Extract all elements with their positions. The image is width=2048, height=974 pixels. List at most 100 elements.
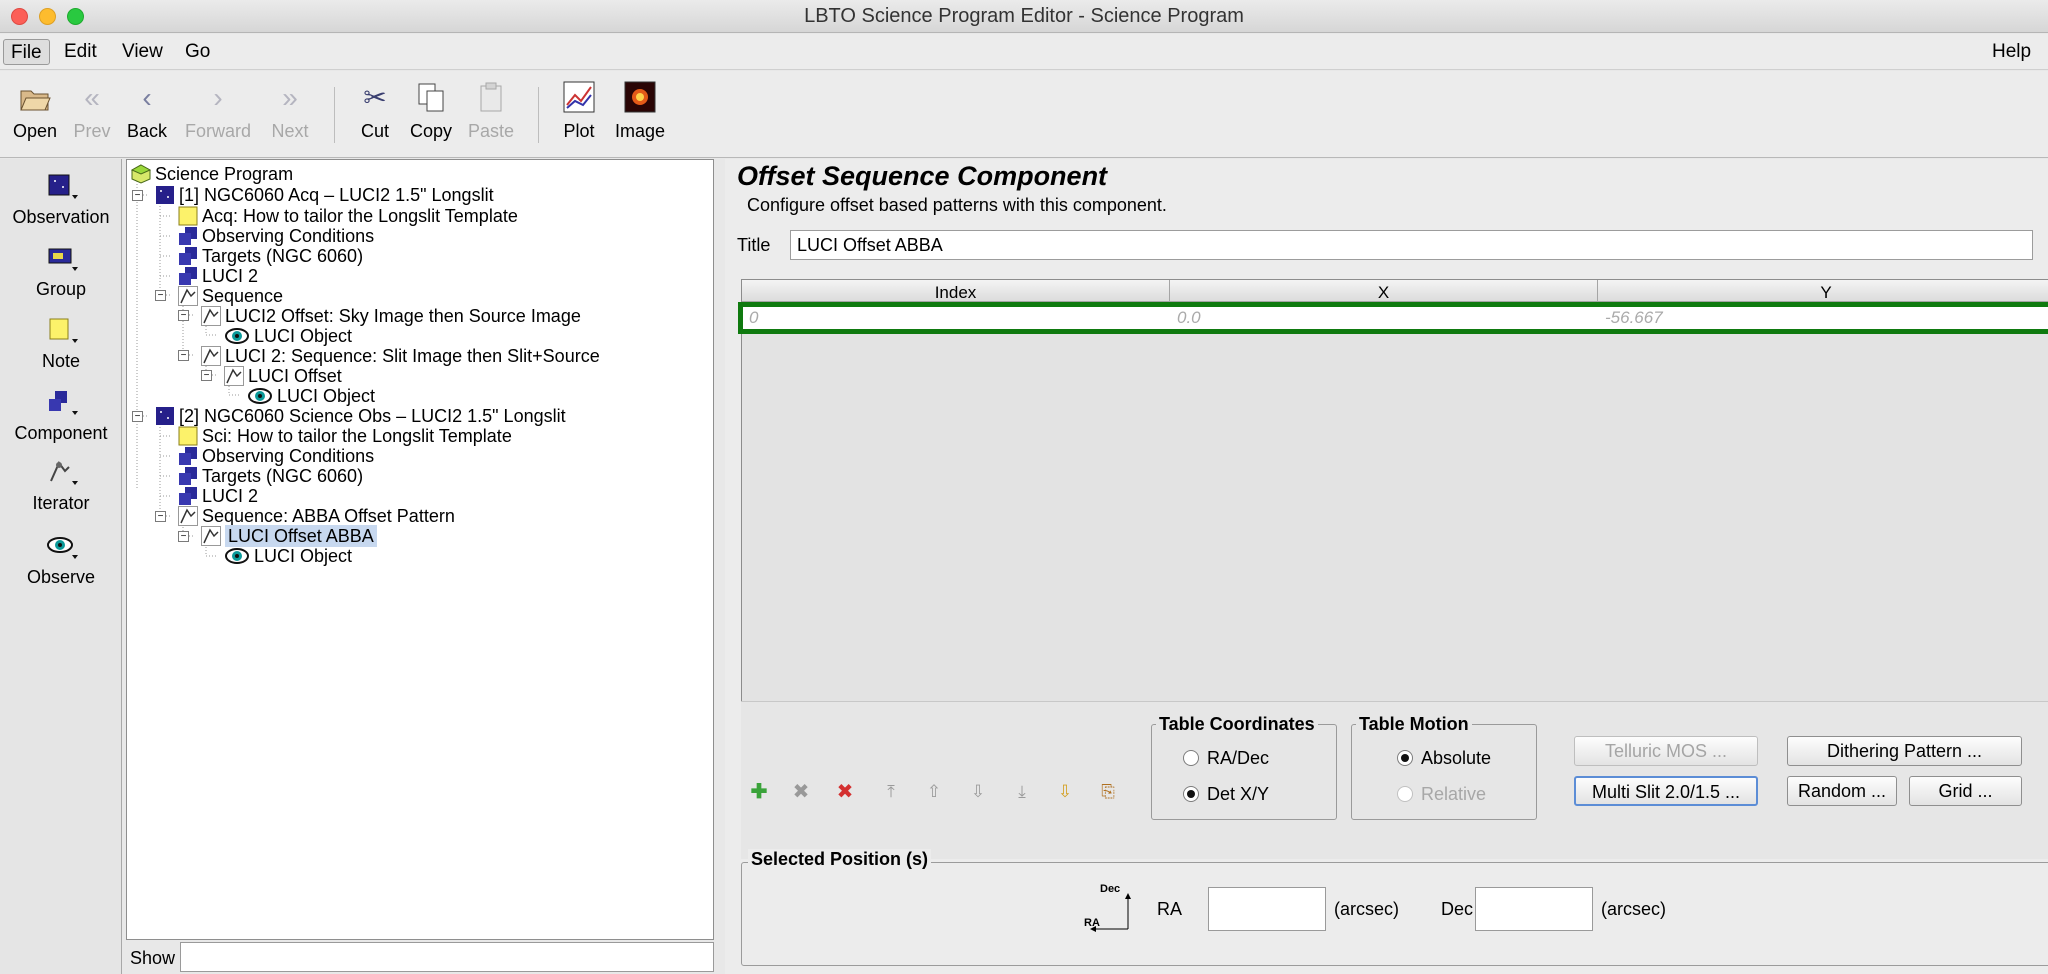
menu-view[interactable]: View: [115, 39, 170, 65]
telluric-mos-button[interactable]: Telluric MOS ...: [1574, 736, 1758, 766]
cell-y[interactable]: -56.667: [1599, 307, 2048, 329]
open-button[interactable]: Open: [8, 81, 62, 142]
eye-icon: [247, 386, 273, 406]
column-header-y[interactable]: Y: [1598, 280, 2048, 302]
radio-radec[interactable]: RA/Dec: [1183, 748, 1269, 769]
close-window-button[interactable]: [11, 8, 28, 25]
paste-button[interactable]: Paste: [466, 81, 516, 142]
observation-icon: [155, 185, 175, 205]
show-label: Show: [130, 948, 176, 968]
window-title-bar: LBTO Science Program Editor - Science Pr…: [0, 0, 2048, 33]
prev-button[interactable]: « Prev: [70, 81, 114, 142]
component-icon: [41, 389, 81, 419]
collapse-toggle[interactable]: −: [155, 290, 166, 301]
plot-button[interactable]: Plot: [557, 81, 601, 142]
note-icon: [178, 206, 198, 226]
column-header-x[interactable]: X: [1170, 280, 1598, 302]
component-icon: [178, 226, 198, 246]
dec-input[interactable]: [1475, 887, 1593, 931]
component-icon: [178, 486, 198, 506]
menu-go[interactable]: Go: [178, 39, 217, 65]
radio-button-selected[interactable]: [1183, 786, 1199, 802]
dec-unit-label: (arcsec): [1601, 899, 1667, 919]
next-button[interactable]: » Next: [266, 81, 314, 142]
dithering-pattern-button[interactable]: Dithering Pattern ...: [1787, 736, 2022, 766]
minimize-window-button[interactable]: [39, 8, 56, 25]
selected-position-legend: Selected Position (s): [748, 849, 932, 870]
move-top-icon[interactable]: ⤒: [879, 780, 903, 804]
component-editor: Offset Sequence Component Configure offs…: [725, 159, 2048, 974]
cell-index[interactable]: 0: [743, 307, 1171, 329]
menu-file[interactable]: File: [3, 39, 50, 65]
red-x-icon[interactable]: ✖: [833, 780, 857, 804]
import-icon[interactable]: ⇩: [1053, 780, 1077, 804]
radio-button[interactable]: [1183, 750, 1199, 766]
collapse-toggle[interactable]: −: [178, 531, 189, 542]
palette-observe[interactable]: Observe: [0, 533, 122, 588]
table-controls: ✚ ✖ ✖ ⤒ ⇧ ⇩ ⤓ ⇩ ⎘ Table Coordinates RA/D…: [741, 701, 2048, 859]
move-down-icon[interactable]: ⇩: [966, 780, 990, 804]
grid-button[interactable]: Grid ...: [1909, 776, 2022, 806]
note-icon: [41, 317, 81, 347]
plus-icon[interactable]: ✚: [747, 780, 771, 804]
component-palette: Observation Group Note Component Iterato…: [0, 159, 122, 974]
program-tree: Science Program − [1] NGC6060 Acq – LUCI…: [126, 159, 714, 940]
random-button[interactable]: Random ...: [1787, 776, 1897, 806]
title-input[interactable]: [790, 230, 2033, 260]
selected-position-group: Selected Position (s) Dec RA RA (arcsec)…: [741, 849, 2048, 966]
zoom-window-button[interactable]: [67, 8, 84, 25]
tree-node-observe[interactable]: LUCI Object: [224, 544, 352, 568]
collapse-toggle[interactable]: −: [201, 370, 212, 381]
copy-button[interactable]: Copy: [406, 81, 456, 142]
radio-button[interactable]: [1397, 786, 1413, 802]
palette-note[interactable]: Note: [0, 317, 122, 372]
move-bottom-icon[interactable]: ⤓: [1010, 780, 1034, 804]
menu-help[interactable]: Help: [1985, 39, 2038, 65]
collapse-toggle[interactable]: −: [155, 511, 166, 522]
iterator-icon: [41, 459, 81, 489]
table-motion-legend: Table Motion: [1359, 714, 1469, 734]
image-button[interactable]: Image: [612, 81, 668, 142]
ra-input[interactable]: [1208, 887, 1326, 931]
editor-heading: Offset Sequence Component: [737, 161, 1108, 191]
forward-button[interactable]: › Forward: [182, 81, 254, 142]
title-label: Title: [737, 235, 771, 255]
palette-component[interactable]: Component: [0, 389, 122, 444]
collapse-toggle[interactable]: −: [132, 190, 143, 201]
component-icon: [178, 266, 198, 286]
palette-iterator[interactable]: Iterator: [0, 459, 122, 514]
table-header: Index X Y: [742, 280, 2048, 302]
menu-edit[interactable]: Edit: [57, 39, 104, 65]
radio-absolute[interactable]: Absolute: [1397, 748, 1491, 769]
component-icon: [178, 446, 198, 466]
multi-slit-button[interactable]: Multi Slit 2.0/1.5 ...: [1574, 776, 1758, 806]
cell-x[interactable]: 0.0: [1171, 307, 1599, 329]
toolbar: Open « Prev ‹ Back › Forward » Next ✂ Cu…: [0, 71, 2048, 158]
plot-icon: [562, 81, 596, 115]
radio-button-selected[interactable]: [1397, 750, 1413, 766]
eye-icon: [41, 533, 81, 563]
observation-icon: [155, 406, 175, 426]
chevron-right-icon: ›: [213, 82, 223, 113]
table-row[interactable]: 0 0.0 -56.667: [738, 302, 2048, 334]
collapse-toggle[interactable]: −: [178, 350, 189, 361]
compass-ra-label: RA: [1084, 917, 1100, 929]
radio-relative[interactable]: Relative: [1397, 784, 1486, 805]
x-icon[interactable]: ✖: [789, 780, 813, 804]
palette-observation[interactable]: Observation: [0, 173, 122, 228]
cut-button[interactable]: ✂ Cut: [354, 81, 396, 142]
back-button[interactable]: ‹ Back: [124, 81, 170, 142]
palette-group[interactable]: Group: [0, 245, 122, 300]
note-icon: [178, 426, 198, 446]
column-header-index[interactable]: Index: [742, 280, 1170, 302]
show-filter-input[interactable]: [180, 942, 714, 972]
export-icon[interactable]: ⎘: [1096, 780, 1120, 804]
iterator-icon: [178, 286, 198, 306]
move-up-icon[interactable]: ⇧: [922, 780, 946, 804]
collapse-toggle[interactable]: −: [132, 411, 143, 422]
toolbar-separator: [334, 87, 335, 143]
collapse-toggle[interactable]: −: [178, 310, 189, 321]
radio-detxy[interactable]: Det X/Y: [1183, 784, 1269, 805]
image-icon: [623, 81, 657, 115]
toolbar-separator: [538, 87, 539, 143]
